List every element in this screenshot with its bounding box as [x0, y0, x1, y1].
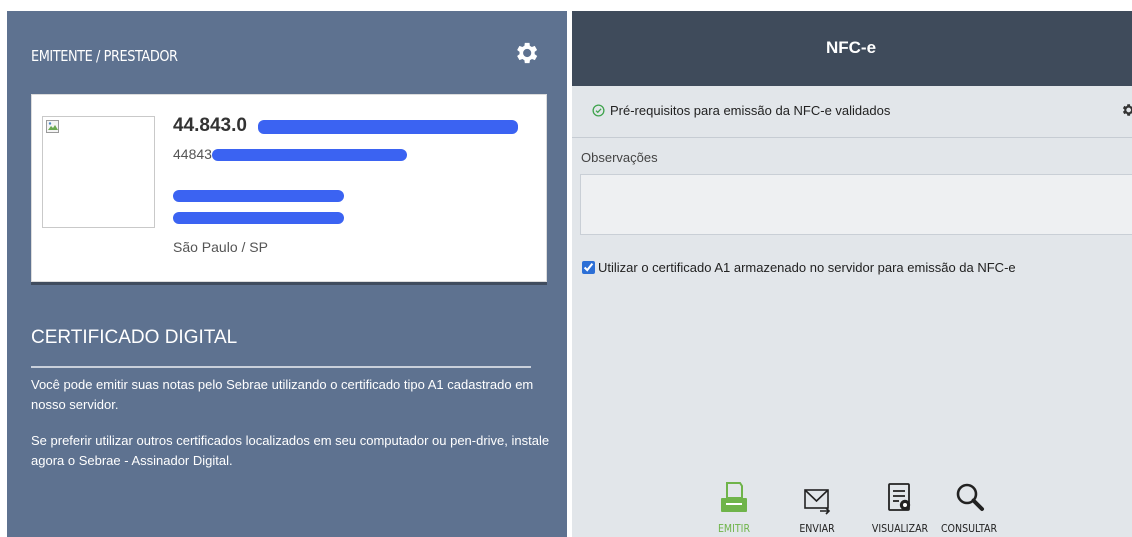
use-a1-checkbox[interactable]	[582, 261, 595, 274]
redaction-mark	[173, 212, 344, 224]
enviar-button[interactable]: ENVIAR	[782, 481, 852, 537]
company-ie: 44843	[173, 146, 212, 162]
company-cnpj: 44.843.0	[173, 115, 247, 136]
certificado-paragraph-1: Você pode emitir suas notas pelo Sebrae …	[31, 377, 534, 412]
divider	[31, 366, 531, 368]
emitir-button[interactable]: EMITIR	[699, 481, 769, 537]
enviar-label: ENVIAR	[799, 522, 835, 535]
magnifier-icon	[956, 483, 984, 511]
company-logo	[42, 116, 155, 228]
redaction-mark	[212, 149, 407, 161]
company-city: São Paulo / SP	[173, 239, 268, 255]
gear-icon[interactable]	[1120, 102, 1132, 118]
check-circle-icon	[592, 104, 605, 117]
emitente-panel: EMITENTE / PRESTADOR 44.843.0 44843 São …	[7, 11, 567, 537]
gear-icon[interactable]	[512, 39, 540, 67]
emitir-label: EMITIR	[717, 522, 751, 535]
redaction-mark	[173, 190, 344, 202]
certificado-paragraph-2: Se preferir utilizar outros certificados…	[31, 433, 550, 468]
emitente-header: EMITENTE / PRESTADOR	[7, 11, 567, 86]
observacoes-label: Observações	[581, 150, 658, 165]
visualizar-button[interactable]: VISUALIZAR	[865, 481, 935, 537]
consultar-button[interactable]: CONSULTAR	[934, 481, 1004, 537]
envelope-icon	[804, 489, 831, 515]
use-a1-label[interactable]: Utilizar o certificado A1 armazenado no …	[598, 260, 1016, 275]
printer-icon	[721, 482, 747, 512]
emitente-card: 44.843.0 44843 São Paulo / SP	[31, 94, 547, 282]
prereq-status: Pré-requisitos para emissão da NFC-e val…	[610, 103, 891, 118]
visualizar-label: VISUALIZAR	[871, 522, 929, 535]
nfce-header: NFC-e	[572, 11, 1132, 86]
broken-image-icon	[46, 120, 59, 133]
consultar-label: CONSULTAR	[940, 522, 998, 535]
nfce-panel: NFC-e Pré-requisitos para emissão da NFC…	[572, 11, 1132, 537]
document-view-icon	[888, 483, 911, 511]
observacoes-field[interactable]	[580, 174, 1132, 235]
nfce-title: NFC-e	[825, 38, 877, 57]
redaction-mark	[258, 120, 518, 134]
certificado-title: CERTIFICADO DIGITAL	[31, 327, 238, 348]
emitente-title: EMITENTE / PRESTADOR	[31, 47, 178, 65]
